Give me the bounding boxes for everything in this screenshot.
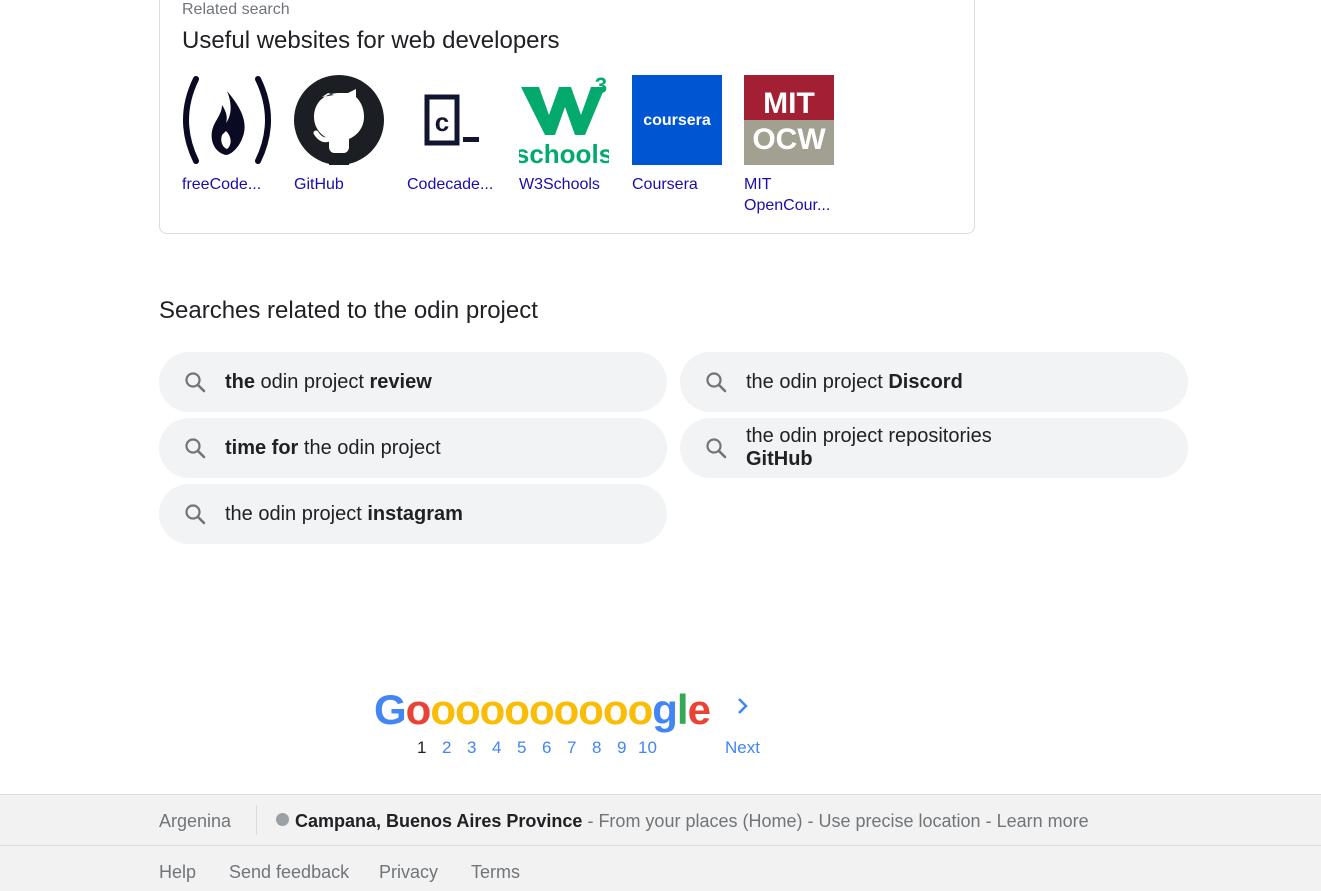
page-link[interactable]: 10	[638, 738, 657, 758]
terms-link[interactable]: Terms	[471, 862, 520, 883]
site-name: W3Schools	[519, 176, 600, 193]
location-line: Campana, Buenos Aires Province - From yo…	[276, 811, 1089, 832]
coursera-logo: coursera	[632, 75, 722, 165]
page-link[interactable]: 2	[442, 738, 451, 758]
location-footer: Argenina Campana, Buenos Aires Province …	[0, 794, 1321, 846]
related-search-chip[interactable]: the odin project repositories GitHub	[680, 418, 1188, 478]
page-link[interactable]: 9	[617, 738, 626, 758]
page-link[interactable]: 7	[567, 738, 576, 758]
divider	[256, 805, 257, 835]
related-search-chip[interactable]: the odin project Discord	[680, 352, 1188, 412]
page-link[interactable]: 4	[492, 738, 501, 758]
github-logo	[294, 75, 384, 167]
chip-text: time for the odin project	[225, 436, 441, 459]
site-github[interactable]: GitHub	[294, 75, 394, 195]
site-name: GitHub	[294, 176, 344, 193]
gooogle-logo: Goooooooooogle	[374, 686, 711, 733]
site-name: Coursera	[632, 176, 698, 193]
svg-text:MIT: MIT	[763, 87, 815, 120]
codecademy-logo: c	[424, 94, 479, 146]
search-icon	[706, 438, 727, 459]
svg-text:3: 3	[595, 75, 607, 98]
separator: -	[582, 811, 599, 831]
site-codecademy[interactable]: c Codecade...	[407, 75, 507, 195]
site-freecodecamp[interactable]: freeCode...	[182, 75, 282, 195]
page-link[interactable]: 6	[542, 738, 551, 758]
chip-text: the odin project review	[225, 370, 432, 393]
search-icon	[185, 504, 206, 525]
chevron-right-icon[interactable]	[736, 696, 750, 716]
site-name: MIT OpenCour...	[744, 176, 831, 214]
related-searches-title: Searches related to the odin project	[159, 297, 538, 324]
chip-text: the odin project instagram	[225, 502, 463, 525]
site-mit-ocw[interactable]: MIT OCW MIT OpenCour...	[744, 75, 844, 216]
site-name: Codecade...	[407, 176, 494, 193]
chip-text: the odin project repositories GitHub	[746, 425, 992, 470]
svg-text:coursera: coursera	[643, 112, 711, 129]
search-icon	[706, 372, 727, 393]
help-link[interactable]: Help	[159, 862, 196, 883]
related-search-chip[interactable]: the odin project instagram	[159, 484, 667, 544]
search-icon	[185, 372, 206, 393]
from-places-link[interactable]: From your places (Home)	[598, 811, 802, 831]
page-current: 1	[417, 738, 427, 757]
freecodecamp-logo	[183, 76, 271, 164]
related-search-card: Related search Useful websites for web d…	[159, 0, 975, 234]
separator: -	[980, 811, 997, 831]
search-icon	[185, 438, 206, 459]
page-link[interactable]: 8	[592, 738, 601, 758]
send-feedback-link[interactable]: Send feedback	[229, 862, 349, 883]
mit-ocw-logo: MIT OCW	[744, 75, 834, 165]
precise-location-link[interactable]: Use precise location	[818, 811, 980, 831]
gooogle-pagination-logo: Goooooooooogle	[374, 686, 711, 734]
next-page-link[interactable]: Next	[725, 738, 760, 758]
separator: -	[802, 811, 819, 831]
learn-more-link[interactable]: Learn more	[997, 811, 1089, 831]
page-link[interactable]: 3	[467, 738, 476, 758]
related-search-chip[interactable]: time for the odin project	[159, 418, 667, 478]
page-link[interactable]: 5	[517, 738, 526, 758]
related-search-chip[interactable]: the odin project review	[159, 352, 667, 412]
site-name: freeCode...	[182, 176, 262, 193]
chip-text: the odin project Discord	[746, 370, 963, 393]
location-dot-icon	[276, 813, 289, 826]
card-kicker: Related search	[182, 1, 290, 18]
country-label: Argenina	[159, 811, 232, 831]
card-title: Useful websites for web developers	[182, 27, 560, 54]
svg-text:schools: schools	[519, 139, 609, 165]
svg-text:OCW: OCW	[752, 123, 826, 156]
site-coursera[interactable]: coursera Coursera	[632, 75, 732, 195]
svg-text:c: c	[435, 107, 449, 137]
w3schools-logo: 3 schools	[515, 73, 613, 169]
location-name: Campana, Buenos Aires Province	[295, 811, 583, 831]
footer-links: Help Send feedback Privacy Terms	[0, 846, 1321, 891]
privacy-link[interactable]: Privacy	[379, 862, 438, 883]
site-w3schools[interactable]: 3 schools W3Schools	[515, 73, 619, 195]
